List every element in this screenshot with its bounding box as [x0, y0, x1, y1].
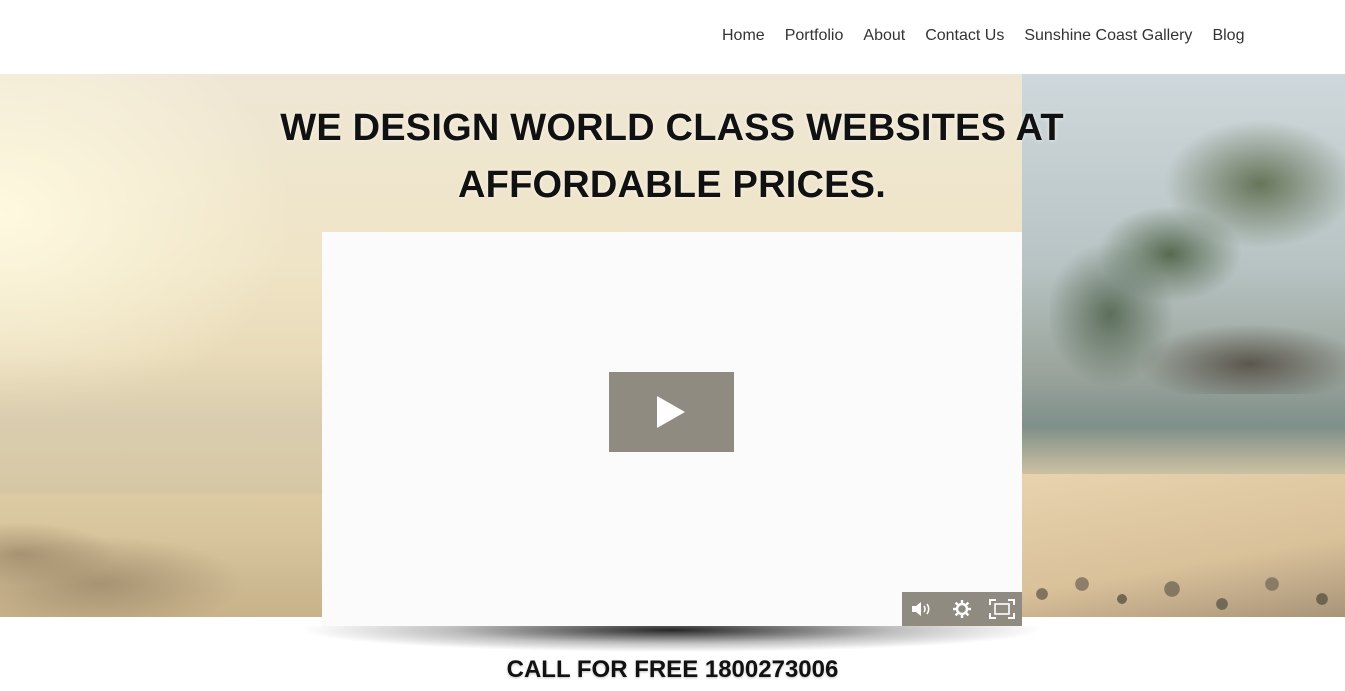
call-to-action: CALL FOR FREE 1800273006: [506, 656, 839, 683]
play-icon: [657, 396, 685, 428]
hero-headline: WE DESIGN WORLD CLASS WEBSITES AT AFFORD…: [272, 100, 1072, 214]
video-controls: [902, 592, 1022, 626]
main-nav: Home Portfolio About Contact Us Sunshine…: [722, 26, 1244, 46]
rocks-left: [0, 514, 340, 617]
video-player[interactable]: [322, 232, 1022, 626]
headline-line-1: WE DESIGN WORLD CLASS WEBSITES AT: [280, 107, 1064, 149]
play-button[interactable]: [609, 372, 734, 452]
site-header: Home Portfolio About Contact Us Sunshine…: [0, 0, 1345, 74]
pandanus-trees: [1050, 74, 1345, 394]
nav-contact-us[interactable]: Contact Us: [925, 26, 1004, 46]
volume-icon[interactable]: [907, 594, 937, 624]
nav-blog[interactable]: Blog: [1212, 26, 1244, 46]
nav-sunshine-coast-gallery[interactable]: Sunshine Coast Gallery: [1024, 26, 1192, 46]
nav-home[interactable]: Home: [722, 26, 765, 46]
nav-portfolio[interactable]: Portfolio: [785, 26, 844, 46]
pebbles: [1022, 554, 1345, 617]
nav-about[interactable]: About: [863, 26, 905, 46]
headline-line-2: AFFORDABLE PRICES.: [458, 164, 886, 206]
sea-left: [0, 354, 330, 494]
fullscreen-icon[interactable]: [987, 594, 1017, 624]
settings-icon[interactable]: [947, 594, 977, 624]
